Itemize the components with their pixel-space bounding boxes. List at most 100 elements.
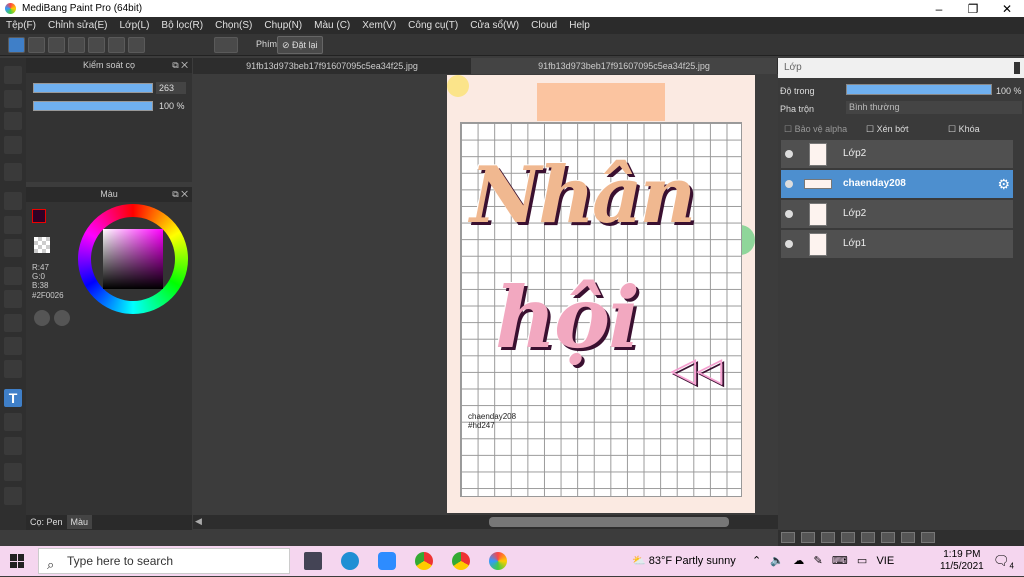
share-icon[interactable] xyxy=(28,37,45,53)
palette-add-icon[interactable] xyxy=(54,310,70,326)
lasso-tool-icon[interactable] xyxy=(4,290,22,308)
taskbar-search[interactable]: ⌕ Type here to search xyxy=(38,548,290,574)
language-indicator[interactable]: VIE xyxy=(876,555,894,567)
brush-tool-icon[interactable] xyxy=(4,66,22,84)
undock-icon[interactable]: ⧉ xyxy=(172,189,178,199)
delete-layer-icon[interactable] xyxy=(921,532,935,543)
move-tool-icon[interactable] xyxy=(4,163,22,181)
tab-brush[interactable]: Cọ: Pen xyxy=(26,515,67,529)
select-eraser-tool-icon[interactable] xyxy=(4,360,22,378)
cloud-sync-icon[interactable] xyxy=(8,37,25,53)
layer-row[interactable]: Lớp1 xyxy=(781,230,1013,259)
visibility-icon[interactable] xyxy=(785,180,793,188)
clip-checkbox[interactable]: ☐ Xén bớt xyxy=(866,124,909,135)
chrome-profile-icon[interactable] xyxy=(452,552,470,570)
layer-opacity-slider[interactable] xyxy=(846,84,992,95)
materials-icon[interactable] xyxy=(108,37,125,53)
menu-help[interactable]: Help xyxy=(569,20,590,31)
brush-size-slider[interactable] xyxy=(33,83,153,93)
undo-icon[interactable] xyxy=(214,37,238,53)
menu-layer[interactable]: Lớp(L) xyxy=(120,20,150,31)
task-view-icon[interactable] xyxy=(304,552,322,570)
visibility-icon[interactable] xyxy=(785,210,793,218)
undock-icon[interactable]: ⧉ xyxy=(172,60,178,70)
onedrive-icon[interactable]: ☁ xyxy=(793,555,804,567)
menu-select[interactable]: Chọn(S) xyxy=(215,20,252,31)
tab-document-2[interactable]: 91fb13d973beb17f91607095c5ea34f25.jpg xyxy=(471,58,777,74)
chrome-icon[interactable] xyxy=(415,552,433,570)
select-rect-tool-icon[interactable] xyxy=(4,267,22,285)
layer-row[interactable]: Lớp2 xyxy=(781,200,1013,229)
close-panel-icon[interactable]: ✕ xyxy=(181,60,188,70)
menu-filter[interactable]: Bộ lọc(R) xyxy=(161,20,203,31)
menu-color[interactable]: Màu (C) xyxy=(314,20,350,31)
folder-icon[interactable] xyxy=(861,532,875,543)
menu-cloud[interactable]: Cloud xyxy=(531,20,557,31)
eyedropper-tool-icon[interactable] xyxy=(4,463,22,481)
speaker-icon[interactable]: 🔈 xyxy=(770,555,784,567)
medibang-taskbar-icon[interactable] xyxy=(489,552,507,570)
pen-icon[interactable]: ✎ xyxy=(813,555,822,567)
tab-document-1[interactable]: 91fb13d973beb17f91607095c5ea34f25.jpg xyxy=(193,58,471,74)
hand-tool-icon[interactable] xyxy=(4,487,22,505)
scroll-left-icon[interactable]: ◀ xyxy=(195,516,202,527)
comment-icon[interactable] xyxy=(48,37,65,53)
blend-mode-select[interactable]: Bình thường xyxy=(846,101,1022,114)
layer-row-selected[interactable]: chaenday208 ⚙ xyxy=(781,170,1013,199)
menu-view[interactable]: Xem(V) xyxy=(362,20,396,31)
layer-row[interactable]: Lớp2 xyxy=(781,140,1013,169)
reset-button[interactable]: ⊘ Đặt lại xyxy=(277,36,323,54)
duplicate-layer-icon[interactable] xyxy=(881,532,895,543)
chat-icon[interactable] xyxy=(68,37,85,53)
windows-start-icon[interactable] xyxy=(10,554,24,568)
transparent-color-swatch[interactable] xyxy=(34,237,50,253)
panel-scroll-icon[interactable] xyxy=(1014,62,1020,74)
tab-color[interactable]: Màu xyxy=(66,515,93,529)
fill-rect-tool-icon[interactable] xyxy=(4,192,22,210)
copy-layer-icon[interactable] xyxy=(821,532,835,543)
menu-window[interactable]: Cửa sổ(W) xyxy=(470,20,519,31)
document-icon[interactable] xyxy=(88,37,105,53)
visibility-icon[interactable] xyxy=(785,150,793,158)
gear-icon[interactable]: ⚙ xyxy=(997,176,1010,193)
add-layer-menu-icon[interactable] xyxy=(841,532,855,543)
close-button[interactable]: ✕ xyxy=(990,2,1024,16)
zoom-icon[interactable] xyxy=(378,552,396,570)
minimize-button[interactable]: – xyxy=(922,2,956,16)
chevron-up-icon[interactable]: ⌃ xyxy=(752,555,761,567)
display-icon[interactable]: ▭ xyxy=(857,555,867,567)
bucket-tool-icon[interactable] xyxy=(4,216,22,234)
menu-file[interactable]: Tệp(F) xyxy=(6,20,36,31)
grid-icon[interactable] xyxy=(128,37,145,53)
menu-tools[interactable]: Công cụ(T) xyxy=(408,20,458,31)
magic-wand-tool-icon[interactable] xyxy=(4,314,22,332)
horizontal-scrollbar[interactable]: ◀ xyxy=(193,515,778,529)
brush-size-value[interactable]: 263 xyxy=(156,82,186,94)
maximize-button[interactable]: ❐ xyxy=(956,2,990,16)
operation-tool-icon[interactable] xyxy=(4,413,22,431)
notification-icon[interactable]: 🗨4 xyxy=(993,553,1014,571)
edge-icon[interactable] xyxy=(341,552,359,570)
color-square[interactable] xyxy=(103,229,163,289)
protect-alpha-checkbox[interactable]: ☐ Bảo vệ alpha xyxy=(784,124,847,135)
weather-widget[interactable]: ⛅ 83°F Partly sunny xyxy=(632,554,736,567)
merge-down-icon[interactable] xyxy=(901,532,915,543)
gradient-tool-icon[interactable] xyxy=(4,239,22,257)
new-halftone-layer-icon[interactable] xyxy=(801,532,815,543)
brush-opacity-slider[interactable] xyxy=(33,101,153,111)
keyboard-icon[interactable]: ⌨ xyxy=(832,555,848,567)
clock[interactable]: 1:19 PM 11/5/2021 xyxy=(940,549,984,573)
pen-tool-icon[interactable] xyxy=(4,437,22,455)
new-layer-icon[interactable] xyxy=(781,532,795,543)
menu-capture[interactable]: Chụp(N) xyxy=(264,20,302,31)
primary-color-swatch[interactable] xyxy=(32,209,46,223)
palette-icon[interactable] xyxy=(34,310,50,326)
text-tool-icon[interactable]: T xyxy=(4,389,22,407)
visibility-icon[interactable] xyxy=(785,240,793,248)
select-pen-tool-icon[interactable] xyxy=(4,337,22,355)
eraser-tool-icon[interactable] xyxy=(4,90,22,108)
color-wheel[interactable] xyxy=(78,204,188,314)
menu-edit[interactable]: Chỉnh sửa(E) xyxy=(48,20,108,31)
scrollbar-thumb[interactable] xyxy=(489,517,729,527)
dot-tool-icon[interactable] xyxy=(4,136,22,154)
